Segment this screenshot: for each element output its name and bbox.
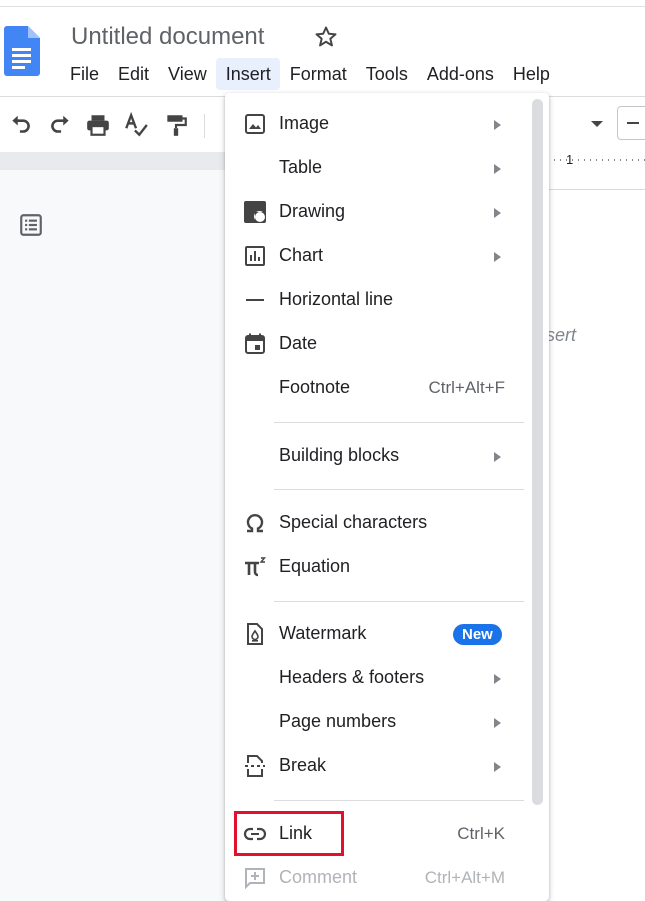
menu-help[interactable]: Help <box>503 58 559 90</box>
menu-item-label: Drawing <box>279 201 346 221</box>
break-icon <box>245 755 265 777</box>
ruler[interactable] <box>545 152 645 190</box>
menu-file[interactable]: File <box>60 58 108 90</box>
ruler-ticks <box>548 159 645 161</box>
document-title[interactable]: Untitled document <box>71 23 264 51</box>
drawing-icon <box>244 201 266 223</box>
menu-view[interactable]: View <box>158 58 216 90</box>
menu-item-label: Comment <box>279 867 358 887</box>
menu-item-break[interactable]: Break <box>225 744 531 788</box>
menu-item-label: Page numbers <box>279 711 397 731</box>
menu-item-building-blocks[interactable]: Building blocks <box>225 434 531 478</box>
shortcut-label: Ctrl+Alt+F <box>428 378 505 397</box>
menu-item-footnote[interactable]: Footnote Ctrl+Alt+F <box>225 366 531 410</box>
page-hint-text: sert <box>546 325 577 345</box>
document-outline-icon[interactable] <box>18 212 44 238</box>
menu-divider <box>274 422 524 423</box>
submenu-arrow-icon <box>494 674 501 684</box>
menu-item-label: Table <box>279 157 323 177</box>
menu-item-label: Building blocks <box>279 445 400 465</box>
menu-edit[interactable]: Edit <box>108 58 158 90</box>
menu-item-drawing[interactable]: Drawing <box>225 190 531 234</box>
image-icon <box>245 114 265 134</box>
omega-icon <box>246 513 264 533</box>
menu-item-headers-footers[interactable]: Headers & footers <box>225 656 531 700</box>
undo-icon[interactable] <box>8 112 34 138</box>
menu-item-date[interactable]: Date <box>225 322 531 366</box>
ruler-mark: 1 <box>566 152 574 167</box>
shortcut-label: Ctrl+Alt+M <box>424 868 505 887</box>
menu-item-equation[interactable]: Equation <box>225 545 531 589</box>
print-icon[interactable] <box>85 112 111 138</box>
chart-icon <box>245 246 265 266</box>
menu-item-special-characters[interactable]: Special characters <box>225 501 531 545</box>
star-icon[interactable] <box>313 24 339 50</box>
menu-item-label: Image <box>279 113 330 133</box>
spellcheck-icon[interactable] <box>123 112 149 138</box>
docs-logo-icon[interactable] <box>4 26 40 76</box>
menu-add-ons[interactable]: Add-ons <box>417 58 503 90</box>
menu-item-label: Footnote <box>279 377 351 397</box>
menu-item-label: Date <box>279 333 318 353</box>
document-page[interactable] <box>545 190 645 901</box>
horizontal-line-icon <box>246 299 264 301</box>
menu-item-label: Equation <box>279 556 351 576</box>
menu-item-label: Horizontal line <box>279 289 394 309</box>
shortcut-label: Ctrl+K <box>457 824 505 843</box>
menu-item-chart[interactable]: Chart <box>225 234 531 278</box>
menu-format[interactable]: Format <box>280 58 356 90</box>
toolbar-separator <box>204 114 205 138</box>
menu-item-label: Break <box>279 755 327 775</box>
submenu-arrow-icon <box>494 452 501 462</box>
link-highlight-box <box>234 811 344 856</box>
menu-item-label: Watermark <box>279 623 367 643</box>
menu-insert[interactable]: Insert <box>215 58 280 90</box>
menu-item-label: Headers & footers <box>279 667 425 687</box>
insert-menu: Image Table Drawing Chart Horizontal lin… <box>225 93 549 901</box>
minus-icon <box>627 122 639 124</box>
paint-format-icon[interactable] <box>163 112 189 138</box>
submenu-arrow-icon <box>494 208 501 218</box>
submenu-arrow-icon <box>494 120 501 130</box>
menu-item-watermark[interactable]: Watermark New <box>225 612 531 656</box>
new-badge: New <box>453 624 502 645</box>
menu-tools[interactable]: Tools <box>356 58 417 90</box>
menu-item-comment[interactable]: Comment Ctrl+Alt+M <box>225 856 531 900</box>
menu-item-table[interactable]: Table <box>225 146 531 190</box>
menu-item-label: Special characters <box>279 512 428 532</box>
pi-icon <box>245 557 267 577</box>
menu-divider <box>274 601 524 602</box>
menu-bar: File Edit View Insert Format Tools Add-o… <box>60 58 559 90</box>
menu-item-image[interactable]: Image <box>225 102 531 146</box>
submenu-arrow-icon <box>494 762 501 772</box>
top-border <box>0 6 645 7</box>
calendar-icon <box>245 333 265 354</box>
chevron-down-icon[interactable] <box>591 121 603 127</box>
menu-divider <box>274 489 524 490</box>
submenu-arrow-icon <box>494 164 501 174</box>
menu-divider <box>274 800 524 801</box>
menu-item-page-numbers[interactable]: Page numbers <box>225 700 531 744</box>
menu-scrollbar[interactable] <box>532 99 543 805</box>
menu-item-horizontal-line[interactable]: Horizontal line <box>225 278 531 322</box>
font-size-decrease-button[interactable] <box>617 106 645 140</box>
watermark-icon <box>247 623 263 645</box>
comment-icon <box>245 868 265 890</box>
submenu-arrow-icon <box>494 718 501 728</box>
submenu-arrow-icon <box>494 252 501 262</box>
redo-icon[interactable] <box>47 112 73 138</box>
menu-item-label: Chart <box>279 245 324 265</box>
